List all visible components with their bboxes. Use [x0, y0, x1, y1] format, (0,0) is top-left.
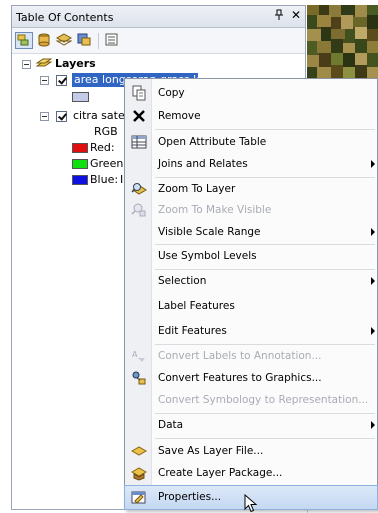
list-by-visibility-icon[interactable]	[55, 32, 74, 49]
tree-row-blue[interactable]: Blue: I	[12, 172, 132, 188]
tree-row-layer1-symbol[interactable]	[12, 88, 132, 104]
red-band-label: Red:	[90, 141, 115, 154]
tree-row-green[interactable]: Green:	[12, 156, 132, 172]
copy-icon	[131, 85, 147, 101]
submenu-arrow-icon	[371, 160, 375, 168]
tree-row-layers[interactable]: Layers	[12, 56, 212, 72]
close-icon[interactable]: ✕	[291, 8, 301, 22]
menu-item-remove[interactable]: Remove	[125, 105, 377, 128]
svg-text:A: A	[132, 350, 138, 359]
menu-item-label: Data	[158, 419, 184, 431]
layer-name-label: citra sateli	[73, 109, 131, 122]
menu-item-label: Label Features	[158, 300, 235, 312]
menu-item-label: Copy	[158, 87, 185, 99]
zoom-to-layer-icon	[131, 181, 147, 197]
layer-package-icon	[130, 465, 148, 481]
convert-labels-icon: A	[131, 348, 147, 364]
menu-item-use-symbol-levels[interactable]: Use Symbol Levels	[125, 245, 377, 268]
menu-item-zoom-to-layer[interactable]: Zoom To Layer	[125, 178, 377, 201]
list-by-source-icon[interactable]	[36, 32, 54, 49]
blue-band-value: I	[120, 173, 124, 186]
menu-separator	[155, 438, 375, 439]
submenu-arrow-icon	[371, 421, 375, 429]
rgb-label: RGB	[94, 125, 118, 138]
menu-item-edit-features[interactable]: Edit Features	[125, 320, 377, 343]
layer-file-icon	[130, 443, 148, 459]
menu-item-create-layer-package[interactable]: Create Layer Package...	[125, 462, 377, 485]
tree-row-layer-citra-satelit[interactable]: citra sateli	[12, 108, 132, 124]
menu-separator	[155, 129, 375, 130]
menu-item-label: Properties...	[158, 491, 222, 503]
polygon-symbol-swatch[interactable]	[72, 92, 89, 102]
menu-item-label: Convert Features to Graphics...	[158, 372, 322, 384]
blue-band-label: Blue:	[90, 173, 119, 186]
menu-item-label: Joins and Relates	[158, 158, 248, 170]
toolbar-separator	[98, 33, 99, 49]
layer-visibility-checkbox[interactable]	[56, 111, 67, 122]
menu-item-label-features[interactable]: Label Features	[125, 295, 377, 318]
menu-item-open-attribute-table[interactable]: Open Attribute Table	[125, 131, 377, 154]
map-satellite-image[interactable]	[307, 5, 378, 85]
menu-item-save-as-layer-file[interactable]: Save As Layer File...	[125, 440, 377, 463]
menu-item-data[interactable]: Data	[125, 414, 377, 437]
menu-item-joins-and-relates[interactable]: Joins and Relates	[125, 153, 377, 176]
menu-item-label: Save As Layer File...	[158, 445, 264, 457]
green-band-label: Green:	[90, 157, 128, 170]
menu-item-convert-features-to-graphics[interactable]: Convert Features to Graphics...	[125, 367, 377, 390]
menu-item-label: Zoom To Layer	[158, 183, 236, 195]
menu-item-label: Remove	[158, 110, 201, 122]
menu-item-zoom-to-make-visible[interactable]: Zoom To Make Visible	[125, 199, 377, 222]
menu-item-selection[interactable]: Selection	[125, 270, 377, 293]
toc-title: Table Of Contents	[16, 11, 114, 24]
menu-item-label: Convert Symbology to Representation...	[158, 394, 369, 406]
green-band-swatch[interactable]	[72, 159, 88, 169]
pin-icon[interactable]	[274, 9, 284, 24]
menu-item-convert-symbology[interactable]: Convert Symbology to Representation...	[125, 389, 377, 412]
menu-item-label: Convert Labels to Annotation...	[158, 350, 322, 362]
toc-toolbar	[12, 28, 305, 54]
convert-features-icon	[131, 370, 147, 386]
layer-visibility-checkbox[interactable]	[56, 75, 67, 86]
collapse-icon[interactable]	[22, 60, 31, 69]
tree-row-red[interactable]: Red:	[12, 140, 132, 156]
menu-item-label: Edit Features	[158, 325, 227, 337]
submenu-arrow-icon	[371, 277, 375, 285]
menu-item-convert-labels-to-annotation[interactable]: A Convert Labels to Annotation...	[125, 345, 377, 368]
red-band-swatch[interactable]	[72, 143, 88, 153]
menu-item-label: Open Attribute Table	[158, 136, 267, 148]
tree-row-rgb: RGB	[12, 124, 132, 140]
list-by-selection-icon[interactable]	[76, 32, 94, 49]
menu-item-label: Use Symbol Levels	[158, 250, 257, 262]
menu-item-label: Create Layer Package...	[158, 467, 283, 479]
menu-item-copy[interactable]: Copy	[125, 82, 377, 105]
zoom-to-make-visible-icon	[131, 202, 147, 218]
submenu-arrow-icon	[371, 228, 375, 236]
toc-title-bar: Table Of Contents ✕	[12, 6, 305, 28]
mouse-cursor-icon	[244, 493, 258, 513]
remove-x-icon	[131, 108, 147, 124]
layers-root-label: Layers	[55, 57, 96, 70]
menu-item-label: Zoom To Make Visible	[158, 204, 272, 216]
properties-icon	[131, 489, 147, 505]
list-by-drawing-order-icon[interactable]	[15, 32, 33, 49]
menu-item-visible-scale-range[interactable]: Visible Scale Range	[125, 221, 377, 244]
options-icon[interactable]	[104, 32, 122, 49]
layer-context-menu: Copy Remove Open Attribute Table Joins a…	[124, 78, 378, 510]
submenu-arrow-icon	[371, 327, 375, 335]
menu-item-label: Selection	[158, 275, 207, 287]
collapse-icon[interactable]	[40, 76, 49, 85]
menu-item-label: Visible Scale Range	[158, 226, 261, 238]
blue-band-swatch[interactable]	[72, 175, 88, 185]
table-icon	[131, 134, 147, 150]
collapse-icon[interactable]	[40, 112, 49, 121]
